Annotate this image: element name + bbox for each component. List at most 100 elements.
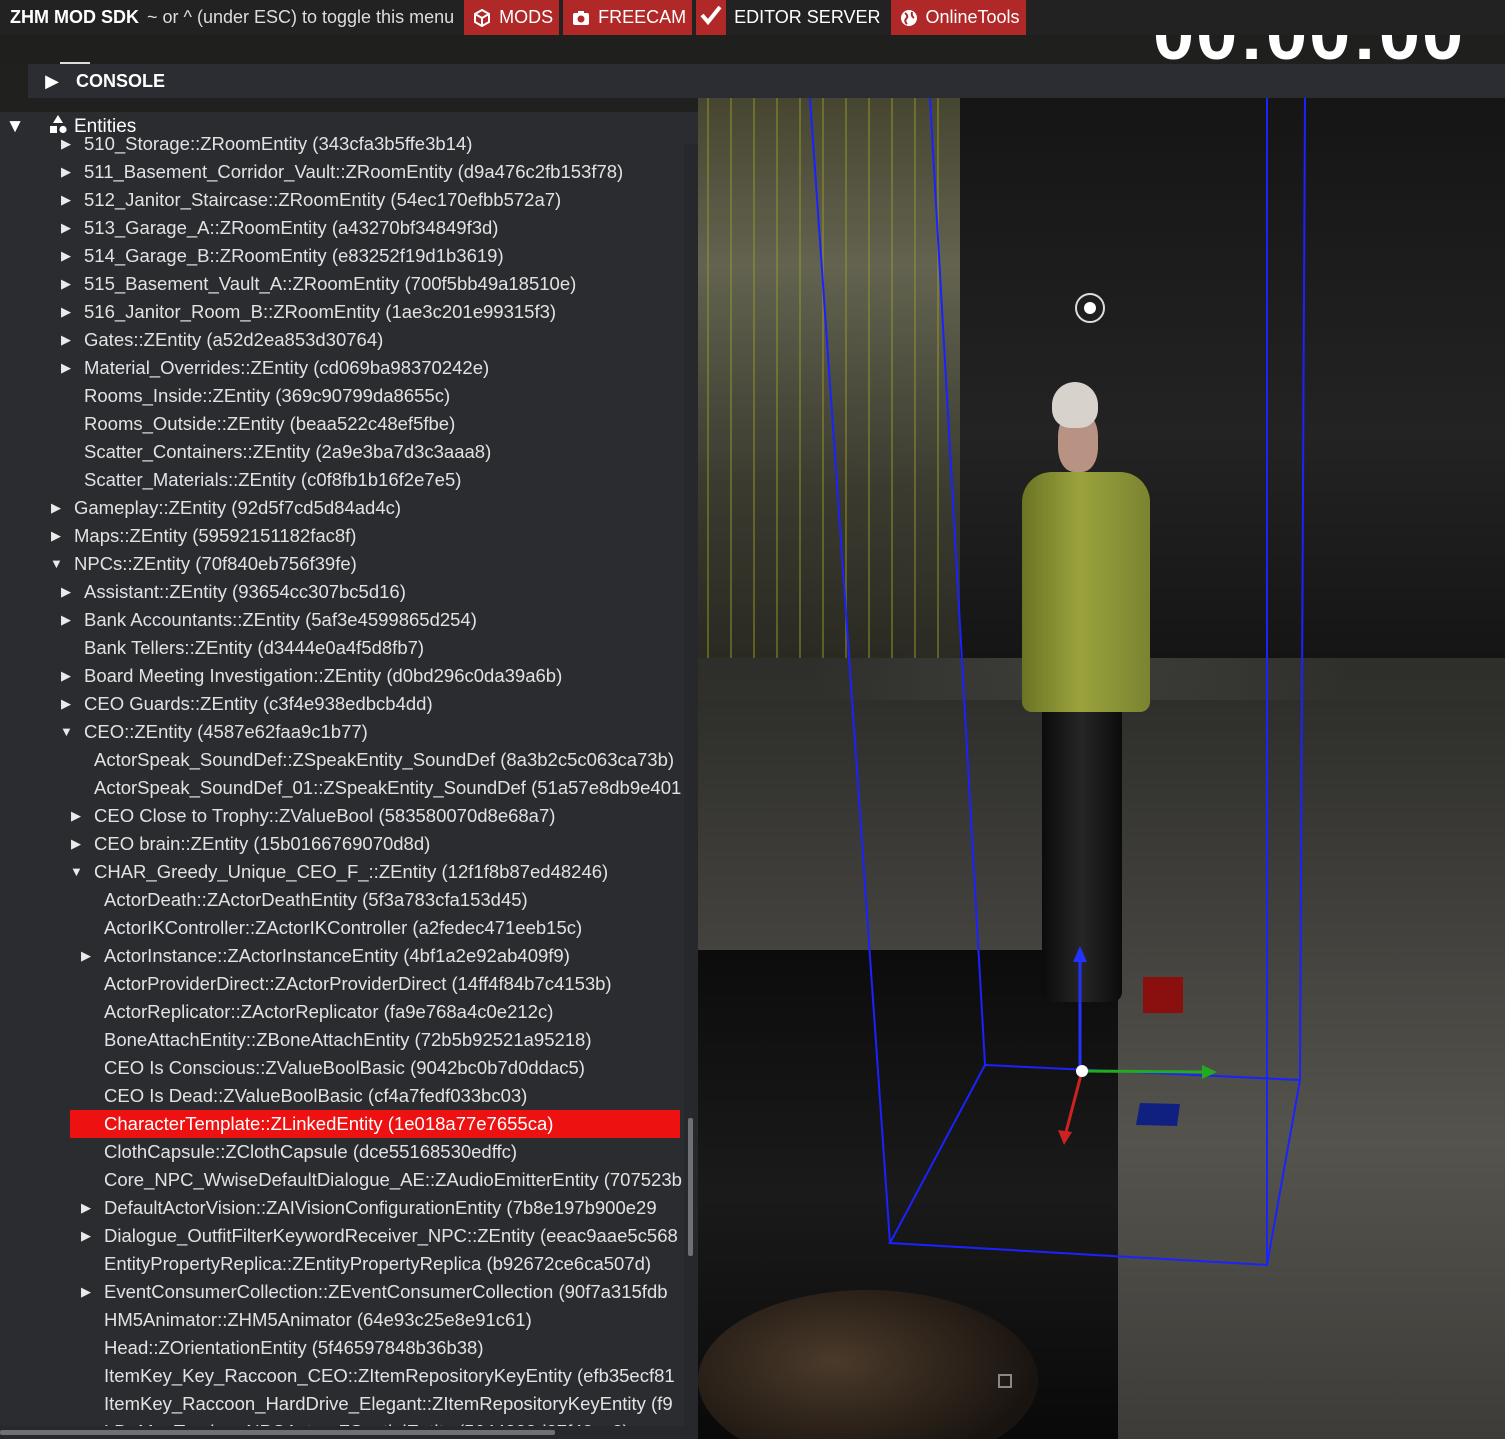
mod-sdk-menubar: ZHM MOD SDK ~ or ^ (under ESC) to toggle…: [0, 0, 1505, 35]
tree-row[interactable]: ▶ Gates::ZEntity (a52d2ea853d30764): [0, 326, 684, 354]
tree-row[interactable]: ▶ 516_Janitor_Room_B::ZRoomEntity (1ae3c2…: [0, 298, 684, 326]
tree-row[interactable]: BoneAttachEntity::ZBoneAttachEntity (72b…: [0, 1026, 684, 1054]
collapsed-arrow-icon[interactable]: ▶: [80, 1418, 92, 1426]
horizontal-scroll-thumb[interactable]: [0, 1430, 555, 1435]
entities-panel: ▼ Entities ▶ 510_Storage::ZRoomEntity (34…: [0, 112, 698, 1439]
tree-row-label: Rooms_Inside::ZEntity (369c90799da8655c): [84, 385, 451, 406]
collapsed-arrow-icon[interactable]: ▶: [80, 1222, 92, 1250]
tree-row[interactable]: CEO Is Dead::ZValueBoolBasic (cf4a7fedf0…: [0, 1082, 684, 1110]
tree-row[interactable]: ActorReplicator::ZActorReplicator (fa9e7…: [0, 998, 684, 1026]
tree-row[interactable]: CEO Is Conscious::ZValueBoolBasic (9042b…: [0, 1054, 684, 1082]
gizmo-plane-blue: [1136, 1103, 1180, 1126]
tree-row[interactable]: ActorProviderDirect::ZActorProviderDirec…: [0, 970, 684, 998]
tree-row-label: CEO Close to Trophy::ZValueBool (5835800…: [94, 805, 556, 826]
tree-row[interactable]: ActorSpeak_SoundDef::ZSpeakEntity_SoundD…: [0, 746, 684, 774]
collapsed-arrow-icon[interactable]: ▶: [60, 242, 72, 270]
tree-row[interactable]: ItemKey_Key_Raccoon_CEO::ZItemRepository…: [0, 1362, 684, 1390]
tree-row[interactable]: ▶ 514_Garage_B::ZRoomEntity (e83252f19d1b…: [0, 242, 684, 270]
console-label: CONSOLE: [76, 70, 166, 91]
collapsed-arrow-icon[interactable]: ▶: [60, 326, 72, 354]
tree-row-label: Material_Overrides::ZEntity (cd069ba9837…: [84, 357, 490, 378]
console-header[interactable]: ▶ CONSOLE: [28, 64, 1505, 98]
freecam-button[interactable]: FREECAM: [563, 0, 693, 35]
tree-row[interactable]: ▶ Board Meeting Investigation::ZEntity (d…: [0, 662, 684, 690]
editor-server-toggle[interactable]: [696, 0, 727, 35]
tree-row-label: Maps::ZEntity (59592151182fac8f): [74, 525, 357, 546]
tree-row[interactable]: ▶ 511_Basement_Corridor_Vault::ZRoomEntit…: [0, 158, 684, 186]
tree-row-label: ActorReplicator::ZActorReplicator (fa9e7…: [104, 1001, 554, 1022]
expanded-arrow-icon[interactable]: ▼: [70, 858, 83, 886]
tree-row[interactable]: ▶ 515_Basement_Vault_A::ZRoomEntity (700f…: [0, 270, 684, 298]
tree-row[interactable]: ▼ CEO::ZEntity (4587e62faa9c1b77): [0, 718, 684, 746]
collapsed-arrow-icon[interactable]: ▶: [50, 494, 62, 522]
tree-row[interactable]: ▶ Dialogue_OutfitFilterKeywordReceiver_NP…: [0, 1222, 684, 1250]
collapsed-arrow-icon[interactable]: ▶: [70, 830, 82, 858]
tree-row[interactable]: Head::ZOrientationEntity (5f46597848b36b…: [0, 1334, 684, 1362]
console-expand-icon[interactable]: ▶: [28, 71, 76, 92]
tree-row[interactable]: EntityPropertyReplica::ZEntityPropertyRe…: [0, 1250, 684, 1278]
tree-row-label: CHAR_Greedy_Unique_CEO_F_::ZEntity (12f1…: [94, 861, 609, 882]
tree-row-label: EventConsumerCollection::ZEventConsumerC…: [104, 1281, 668, 1302]
expanded-arrow-icon[interactable]: ▼: [60, 718, 73, 746]
tree-row[interactable]: ClothCapsule::ZClothCapsule (dce55168530…: [0, 1138, 684, 1166]
tree-row[interactable]: ▶ Maps::ZEntity (59592151182fac8f): [0, 522, 684, 550]
tree-row[interactable]: ▶ Assistant::ZEntity (93654cc307bc5d16): [0, 578, 684, 606]
tree-row-label: HM5Animator::ZHM5Animator (64e93c25e8e91…: [104, 1309, 532, 1330]
tree-row-label: 515_Basement_Vault_A::ZRoomEntity (700f5…: [84, 273, 577, 294]
tree-row[interactable]: HM5Animator::ZHM5Animator (64e93c25e8e91…: [0, 1306, 684, 1334]
collapsed-arrow-icon[interactable]: ▶: [60, 186, 72, 214]
tree-row[interactable]: ActorSpeak_SoundDef_01::ZSpeakEntity_Sou…: [0, 774, 684, 802]
expanded-arrow-icon[interactable]: ▼: [50, 550, 63, 578]
onlinetools-button[interactable]: OnlineTools: [890, 0, 1026, 35]
tree-row-label: 512_Janitor_Staircase::ZRoomEntity (54ec…: [84, 189, 562, 210]
tree-row[interactable]: ▶ 513_Garage_A::ZRoomEntity (a43270bf3484…: [0, 214, 684, 242]
collapsed-arrow-icon[interactable]: ▶: [60, 662, 72, 690]
tree-row[interactable]: ▶ Bank Accountants::ZEntity (5af3e4599865…: [0, 606, 684, 634]
vertical-scroll-thumb[interactable]: [688, 1118, 693, 1256]
collapsed-arrow-icon[interactable]: ▶: [80, 1194, 92, 1222]
tree-row[interactable]: ▶ ActorInstance::ZActorInstanceEntity (4b…: [0, 942, 684, 970]
collapsed-arrow-icon[interactable]: ▶: [60, 134, 72, 158]
collapsed-arrow-icon[interactable]: ▶: [80, 942, 92, 970]
tree-row[interactable]: ▶ EventConsumerCollection::ZEventConsumer…: [0, 1278, 684, 1306]
collapsed-arrow-icon[interactable]: ▶: [60, 690, 72, 718]
collapsed-arrow-icon[interactable]: ▶: [60, 606, 72, 634]
tree-row[interactable]: Scatter_Containers::ZEntity (2a9e3ba7d3c…: [0, 438, 684, 466]
tree-row[interactable]: ▶ Material_Overrides::ZEntity (cd069ba983…: [0, 354, 684, 382]
collapsed-arrow-icon[interactable]: ▶: [60, 298, 72, 326]
collapsed-arrow-icon[interactable]: ▶: [80, 1278, 92, 1306]
checkmark-icon: [700, 5, 722, 30]
tree-row[interactable]: ItemKey_Raccoon_HardDrive_Elegant::ZItem…: [0, 1390, 684, 1418]
tree-row[interactable]: Scatter_Materials::ZEntity (c0f8fb1b16f2…: [0, 466, 684, 494]
collapsed-arrow-icon[interactable]: ▶: [60, 214, 72, 242]
tree-row[interactable]: ▶ CEO Guards::ZEntity (c3f4e938edbcb4dd): [0, 690, 684, 718]
collapsed-arrow-icon[interactable]: ▶: [50, 522, 62, 550]
tree-row[interactable]: ▶ Gameplay::ZEntity (92d5f7cd5d84ad4c): [0, 494, 684, 522]
tree-row[interactable]: ▶ DefaultActorVision::ZAIVisionConfigurat…: [0, 1194, 684, 1222]
tree-row-label: LD_MapTracker_NPCActor::ZSpatialEntity (…: [104, 1418, 629, 1426]
entity-tree[interactable]: ▶ 510_Storage::ZRoomEntity (343cfa3b5ffe3…: [0, 134, 684, 1426]
tree-row[interactable]: ▶ LD_MapTracker_NPCActor::ZSpatialEntity …: [0, 1418, 684, 1426]
tree-row[interactable]: ▶ 512_Janitor_Staircase::ZRoomEntity (54e…: [0, 186, 684, 214]
editor-server-button[interactable]: EDITOR SERVER: [726, 0, 886, 35]
crosshair-target-icon: [1075, 293, 1105, 323]
collapsed-arrow-icon[interactable]: ▶: [60, 578, 72, 606]
tree-row[interactable]: ▶ 510_Storage::ZRoomEntity (343cfa3b5ffe3…: [0, 134, 684, 158]
tree-row[interactable]: Rooms_Inside::ZEntity (369c90799da8655c): [0, 382, 684, 410]
tree-row[interactable]: ActorIKController::ZActorIKController (a…: [0, 914, 684, 942]
tree-row[interactable]: ▼ CHAR_Greedy_Unique_CEO_F_::ZEntity (12f…: [0, 858, 684, 886]
tree-row[interactable]: Core_NPC_WwiseDefaultDialogue_AE::ZAudio…: [0, 1166, 684, 1194]
tree-row[interactable]: ▶ CEO Close to Trophy::ZValueBool (583580…: [0, 802, 684, 830]
tree-row[interactable]: ▼ NPCs::ZEntity (70f840eb756f39fe): [0, 550, 684, 578]
tree-row[interactable]: Bank Tellers::ZEntity (d3444e0a4f5d8fb7): [0, 634, 684, 662]
tree-row[interactable]: Rooms_Outside::ZEntity (beaa522c48ef5fbe…: [0, 410, 684, 438]
mods-button[interactable]: MODS: [464, 0, 560, 35]
collapsed-arrow-icon[interactable]: ▶: [60, 354, 72, 382]
tree-row-selected[interactable]: CharacterTemplate::ZLinkedEntity (1e018a…: [70, 1110, 680, 1138]
collapsed-arrow-icon[interactable]: ▶: [70, 802, 82, 830]
tree-row[interactable]: ActorDeath::ZActorDeathEntity (5f3a783cf…: [0, 886, 684, 914]
tree-row[interactable]: ▶ CEO brain::ZEntity (15b0166769070d8d): [0, 830, 684, 858]
collapsed-arrow-icon[interactable]: ▶: [60, 158, 72, 186]
tree-row-label: Core_NPC_WwiseDefaultDialogue_AE::ZAudio…: [104, 1169, 682, 1190]
collapsed-arrow-icon[interactable]: ▶: [60, 270, 72, 298]
